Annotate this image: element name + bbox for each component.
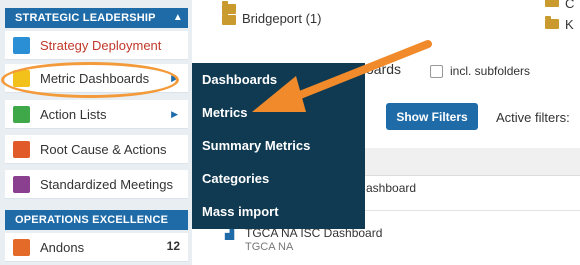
flyout-item-metrics[interactable]: Metrics [202, 105, 248, 120]
flyout-item-categories[interactable]: Categories [202, 171, 269, 186]
count-badge: 12 [166, 239, 180, 253]
row-title[interactable]: ashboard [366, 181, 416, 195]
subfolders-checkbox[interactable] [430, 65, 443, 78]
show-filters-button[interactable]: Show Filters [386, 103, 478, 130]
sidebar-item-standardized-meetings[interactable]: Standardized Meetings [5, 170, 188, 199]
andon-icon [13, 239, 30, 256]
sidebar: STRATEGIC LEADERSHIP ▲ Strategy Deployme… [0, 0, 192, 265]
folder-icon [222, 12, 236, 25]
folder-item-c[interactable]: C [565, 0, 574, 11]
section-title: OPERATIONS EXCELLENCE [15, 214, 169, 226]
sidebar-item-root-cause-actions[interactable]: Root Cause & Actions [5, 135, 188, 164]
section-header-operations-excellence[interactable]: OPERATIONS EXCELLENCE [5, 210, 188, 230]
people-icon [13, 176, 30, 193]
subfolders-label: incl. subfolders [450, 64, 531, 78]
flyout-item-summary-metrics[interactable]: Summary Metrics [202, 138, 310, 153]
folder-item-bridgeport[interactable]: Bridgeport (1) [242, 11, 321, 26]
sidebar-item-label: Andons [40, 240, 85, 255]
folder-item-k[interactable]: K [565, 17, 574, 32]
submenu-arrow-icon: ▶ [171, 109, 178, 119]
section-header-strategic-leadership[interactable]: STRATEGIC LEADERSHIP ▲ [5, 8, 188, 28]
warning-icon [13, 141, 30, 158]
checklist-icon [13, 106, 30, 123]
folder-icon [545, 0, 559, 7]
sidebar-item-label: Standardized Meetings [40, 177, 173, 192]
target-icon [13, 37, 30, 54]
sidebar-item-andons[interactable]: Andons 12 [5, 233, 188, 262]
folder-icon [545, 16, 559, 29]
row-subtitle: TGCA NA [245, 241, 294, 253]
collapse-caret-icon[interactable]: ▲ [173, 8, 183, 28]
flyout-item-dashboards[interactable]: Dashboards [202, 72, 277, 87]
sidebar-item-label: Root Cause & Actions [40, 142, 167, 157]
header-title-partial: oards [366, 61, 402, 77]
sidebar-item-label: Strategy Deployment [40, 38, 162, 53]
metric-dashboards-flyout-menu: Dashboards Metrics Summary Metrics Categ… [192, 63, 365, 229]
highlight-ellipse [1, 62, 179, 98]
flyout-item-mass-import[interactable]: Mass import [202, 204, 279, 219]
sidebar-item-action-lists[interactable]: Action Lists ▶ [5, 100, 188, 129]
active-filters-label: Active filters: [496, 110, 570, 125]
sidebar-item-strategy-deployment[interactable]: Strategy Deployment [5, 31, 188, 60]
section-title: STRATEGIC LEADERSHIP [15, 12, 156, 24]
sidebar-item-label: Action Lists [40, 107, 107, 122]
